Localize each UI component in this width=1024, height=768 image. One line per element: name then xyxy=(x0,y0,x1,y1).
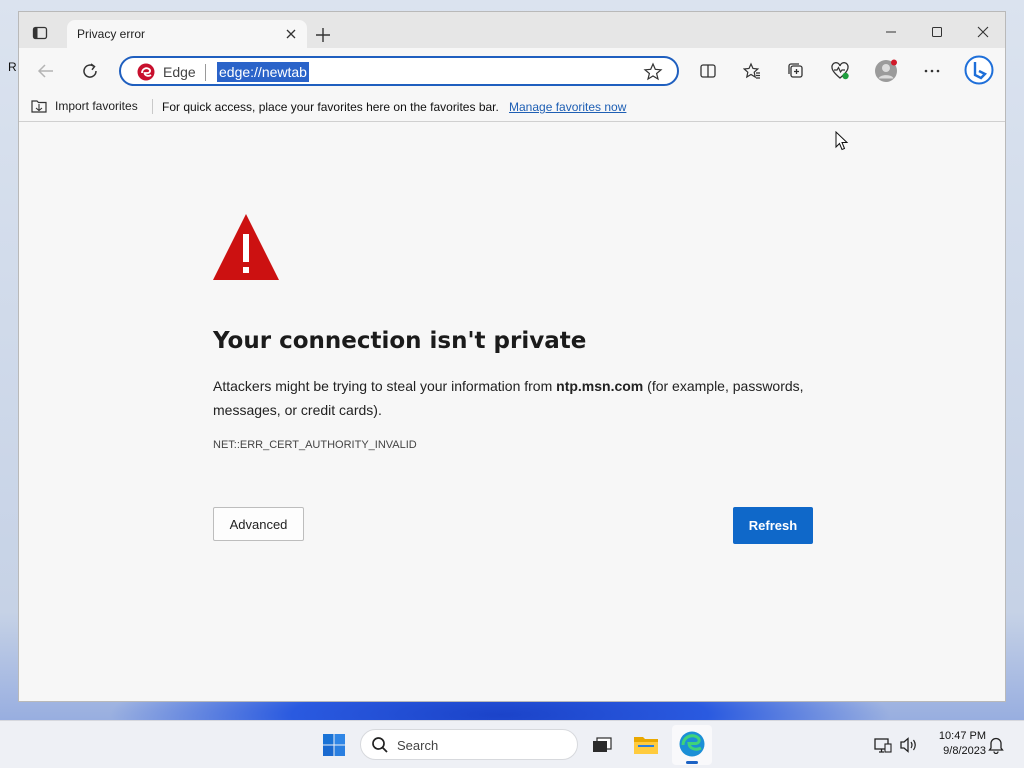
search-label: Search xyxy=(397,738,439,753)
taskbar: Search 10:47 PM 9/8/2023 xyxy=(0,720,1024,768)
domain-name: ntp.msn.com xyxy=(556,378,644,394)
volume-icon[interactable] xyxy=(898,735,918,755)
advanced-button[interactable]: Advanced xyxy=(213,507,304,541)
manage-favorites-link[interactable]: Manage favorites now xyxy=(509,100,626,114)
notification-bell-icon[interactable] xyxy=(987,736,1005,754)
windows-start-icon[interactable] xyxy=(322,733,346,757)
refresh-icon xyxy=(83,63,97,78)
browser-window: Privacy error Edge edge://newtab Import … xyxy=(18,11,1006,702)
star-icon[interactable] xyxy=(643,62,663,82)
tab-actions-button[interactable] xyxy=(29,22,51,44)
warning-triangle-icon xyxy=(213,214,279,280)
minimize-icon xyxy=(886,31,896,33)
import-favorites-icon xyxy=(31,100,47,113)
window-close-button[interactable] xyxy=(963,20,1003,44)
refresh-page-button[interactable]: Refresh xyxy=(733,507,813,544)
maximize-icon xyxy=(932,27,942,37)
search-icon xyxy=(372,737,388,753)
favorites-button[interactable] xyxy=(739,58,765,84)
error-description: Attackers might be trying to steal your … xyxy=(213,374,823,422)
split-screen-button[interactable] xyxy=(695,58,721,84)
browser-toolbar: Edge edge://newtab xyxy=(19,48,1005,92)
address-bar[interactable]: Edge edge://newtab xyxy=(119,56,679,86)
tab-title: Privacy error xyxy=(77,27,146,41)
back-button[interactable] xyxy=(33,58,59,84)
new-tab-button[interactable] xyxy=(313,25,333,45)
edge-taskbar-button[interactable] xyxy=(672,725,712,765)
bing-copilot-icon xyxy=(964,55,994,85)
desc-before: Attackers might be trying to steal your … xyxy=(213,378,557,394)
window-close-icon xyxy=(977,26,989,38)
maximize-button[interactable] xyxy=(917,20,957,44)
bing-copilot-button[interactable] xyxy=(963,54,995,86)
network-icon[interactable] xyxy=(873,735,893,755)
clock-time: 10:47 PM xyxy=(938,730,986,742)
minimize-button[interactable] xyxy=(871,20,911,44)
error-page: Your connection isn't private Attackers … xyxy=(19,122,1005,701)
edge-taskbar-icon xyxy=(679,731,705,757)
favorites-separator xyxy=(152,99,153,114)
collections-icon xyxy=(788,63,803,78)
file-explorer-icon xyxy=(634,737,658,754)
profile-button[interactable] xyxy=(873,58,899,84)
omnibox-separator xyxy=(205,64,206,81)
task-view-button[interactable] xyxy=(588,731,616,759)
back-arrow-icon xyxy=(37,64,53,78)
plus-icon xyxy=(316,28,330,42)
favorites-hint: For quick access, place your favorites h… xyxy=(162,100,499,114)
title-bar: Privacy error xyxy=(19,12,1005,48)
page-title: Your connection isn't private xyxy=(213,328,587,354)
omnibox-edge-label: Edge xyxy=(163,64,196,80)
url-text[interactable]: edge://newtab xyxy=(217,62,309,82)
file-explorer-button[interactable] xyxy=(632,731,660,759)
clock-date: 9/8/2023 xyxy=(943,745,986,757)
browser-essentials-icon xyxy=(831,62,849,80)
close-icon xyxy=(286,29,296,39)
tab-privacy-error[interactable]: Privacy error xyxy=(67,20,307,48)
tab-actions-icon xyxy=(32,26,48,40)
more-menu-button[interactable] xyxy=(919,58,945,84)
system-clock[interactable]: 10:47 PM 9/8/2023 xyxy=(926,729,986,759)
split-screen-icon xyxy=(700,64,716,78)
taskbar-search-box[interactable]: Search xyxy=(360,729,578,760)
tab-close-button[interactable] xyxy=(281,24,301,44)
import-favorites-button[interactable]: Import favorites xyxy=(31,99,138,113)
favorites-icon xyxy=(743,62,760,79)
edge-logo-icon xyxy=(137,63,155,81)
browser-essentials-button[interactable] xyxy=(827,58,853,84)
import-favorites-label: Import favorites xyxy=(55,99,138,113)
task-view-icon xyxy=(593,737,612,752)
error-code: NET::ERR_CERT_AUTHORITY_INVALID xyxy=(213,439,417,451)
more-icon xyxy=(924,69,940,73)
favorites-bar: Import favorites For quick access, place… xyxy=(19,92,1005,122)
profile-icon xyxy=(875,59,897,82)
collections-button[interactable] xyxy=(783,58,809,84)
mouse-cursor-icon xyxy=(835,131,849,151)
active-app-indicator xyxy=(686,761,698,764)
refresh-button[interactable] xyxy=(77,58,103,84)
